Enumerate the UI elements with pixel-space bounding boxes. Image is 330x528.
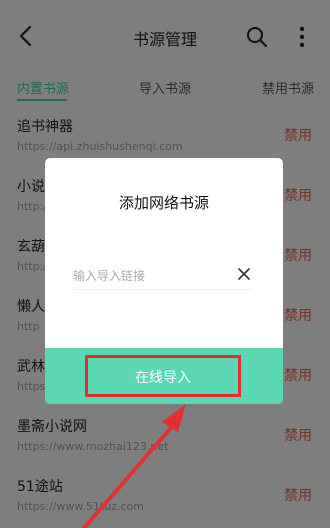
add-source-dialog: 添加网络书源 在线导入 xyxy=(45,158,283,404)
source-url-input[interactable] xyxy=(73,262,253,290)
book-source-manager-screen: 书源管理 内置书源 导入书源 禁用书源 追书神器 https://api.zhu… xyxy=(0,0,330,528)
close-icon[interactable] xyxy=(236,266,252,282)
online-import-button[interactable]: 在线导入 xyxy=(85,355,241,397)
import-bar: 在线导入 xyxy=(45,348,283,404)
dialog-title: 添加网络书源 xyxy=(118,194,209,212)
